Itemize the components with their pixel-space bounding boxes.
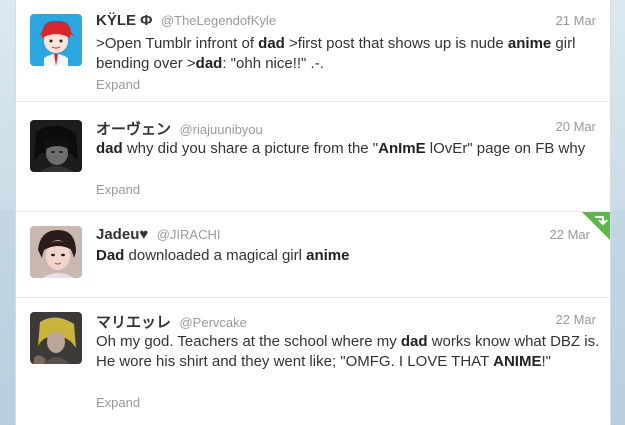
tweet-highlighted-keyword: anime [507,35,552,52]
tweet-text: >Open Tumblr infront of dad >first post … [96,34,601,74]
tweet-timestamp[interactable]: 22 Mar [556,312,596,327]
tweet-item[interactable]: マリエッレ @Pervcake 22 Mar Oh my god. Teache… [16,298,610,425]
tweet-highlighted-keyword: dad [96,140,123,157]
avatar[interactable] [30,226,82,278]
avatar[interactable] [30,14,82,66]
tweet-text-run: !" [541,353,551,370]
tweet-highlighted-keyword: dad [195,55,223,72]
tweet-author-handle[interactable]: @TheLegendofKyle [161,13,276,28]
tweet-text-run: >first post that shows up is nude [284,35,508,52]
tweet-timestamp[interactable]: 20 Mar [556,119,596,134]
tweet-highlighted-keyword: dad [400,333,428,350]
tweet-text-run: Oh my god. Teachers at the school where … [96,333,401,350]
tweet-text: Oh my god. Teachers at the school where … [96,332,601,372]
tweet-author-handle[interactable]: @riajuunibyou [179,122,262,137]
tweet-text: dad why did you share a picture from the… [96,139,601,159]
tweet-text-run: lOvEr" page on FB why [425,140,586,157]
tweet-item[interactable]: Jadeu♥ @JIRACHI 22 Mar Dad downloaded a … [16,212,610,298]
expand-link[interactable]: Expand [96,77,140,92]
tweet-author-name[interactable]: KŸLE Φ [96,12,152,29]
tweet-highlighted-keyword: anime [306,247,350,264]
retweet-corner-icon[interactable] [582,212,610,240]
tweet-text-run: why did you share a picture from the " [122,140,379,157]
tweet-highlighted-keyword: ANIME [493,353,542,370]
tweet-author-handle[interactable]: @Pervcake [179,315,246,330]
tweet-author-name[interactable]: Jadeu♥ [96,226,148,243]
tweet-text: Dad downloaded a magical girl anime [96,246,601,266]
avatar[interactable] [30,312,82,364]
tweet-item[interactable]: KŸLE Φ @TheLegendofKyle 21 Mar >Open Tum… [16,0,610,102]
tweet-text-run: : "ohh nice!!" .-. [222,55,324,72]
tweet-author-name[interactable]: オーヴェン [96,121,171,138]
tweet-timestamp[interactable]: 21 Mar [556,13,596,28]
expand-link[interactable]: Expand [96,395,140,410]
tweet-text-run: >Open Tumblr infront of [96,35,259,52]
tweet-highlighted-keyword: Dad [96,247,125,264]
expand-link[interactable]: Expand [96,182,140,197]
tweet-timeline: KŸLE Φ @TheLegendofKyle 21 Mar >Open Tum… [16,0,610,425]
tweet-author-handle[interactable]: @JIRACHI [157,227,221,242]
tweet-author-name[interactable]: マリエッレ [96,314,171,331]
tweet-item[interactable]: オーヴェン @riajuunibyou 20 Mar dad why did y… [16,102,610,212]
avatar[interactable] [30,120,82,172]
tweet-highlighted-keyword: dad [258,35,285,52]
tweet-highlighted-keyword: AnImE [378,140,426,157]
tweet-text-run: downloaded a magical girl [124,247,307,264]
